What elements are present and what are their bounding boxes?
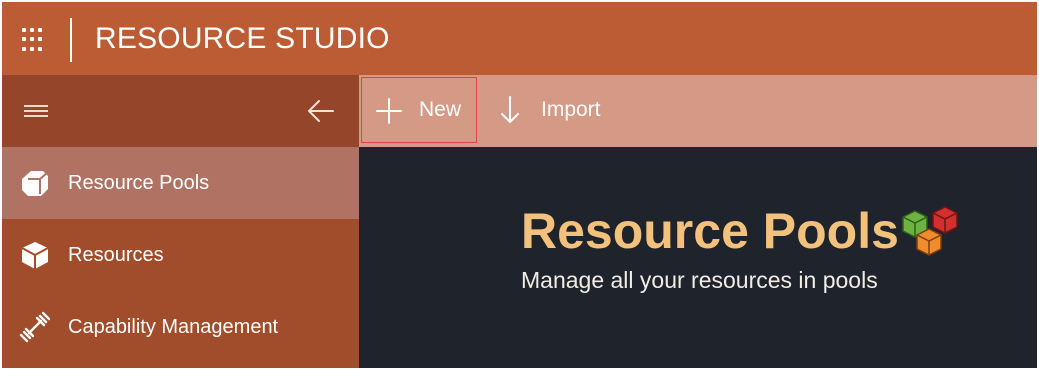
header-divider — [70, 18, 72, 62]
resource-cubes-icon — [899, 205, 963, 261]
app-launcher-icon[interactable] — [22, 28, 46, 52]
page-subtitle: Manage all your resources in pools — [521, 267, 878, 293]
sidebar-item-label: Resources — [68, 243, 164, 266]
box-icon — [18, 238, 52, 272]
app-header: RESOURCE STUDIO — [2, 2, 1037, 75]
dumbbell-icon — [18, 310, 52, 344]
cube-solid-icon — [18, 166, 52, 200]
page-title: Resource Pools — [521, 203, 899, 259]
collapse-arrow-icon[interactable] — [306, 97, 336, 125]
app-window: RESOURCE STUDIO Resource Pools Resources… — [2, 2, 1037, 368]
import-button-label: Import — [541, 98, 601, 121]
new-button[interactable]: New — [361, 77, 477, 143]
hamburger-menu-icon[interactable] — [24, 105, 48, 117]
new-button-label: New — [419, 98, 462, 121]
import-button[interactable]: Import — [491, 77, 621, 143]
sidebar-item-resources[interactable]: Resources — [2, 219, 359, 291]
sidebar-item-capability-management[interactable]: Capability Management — [2, 291, 359, 363]
sidebar: Resource Pools Resources Capability Mana… — [2, 75, 359, 368]
plus-icon — [374, 96, 404, 126]
main-content: Resource Pools Manage all your resources… — [359, 147, 1037, 368]
arrow-down-icon — [495, 95, 525, 125]
command-bar: New Import — [359, 75, 1037, 147]
app-title: RESOURCE STUDIO — [95, 22, 390, 55]
sidebar-item-resource-pools[interactable]: Resource Pools — [2, 147, 359, 219]
sidebar-header — [2, 75, 359, 147]
sidebar-item-label: Resource Pools — [68, 171, 210, 194]
sidebar-item-label: Capability Management — [68, 315, 279, 338]
